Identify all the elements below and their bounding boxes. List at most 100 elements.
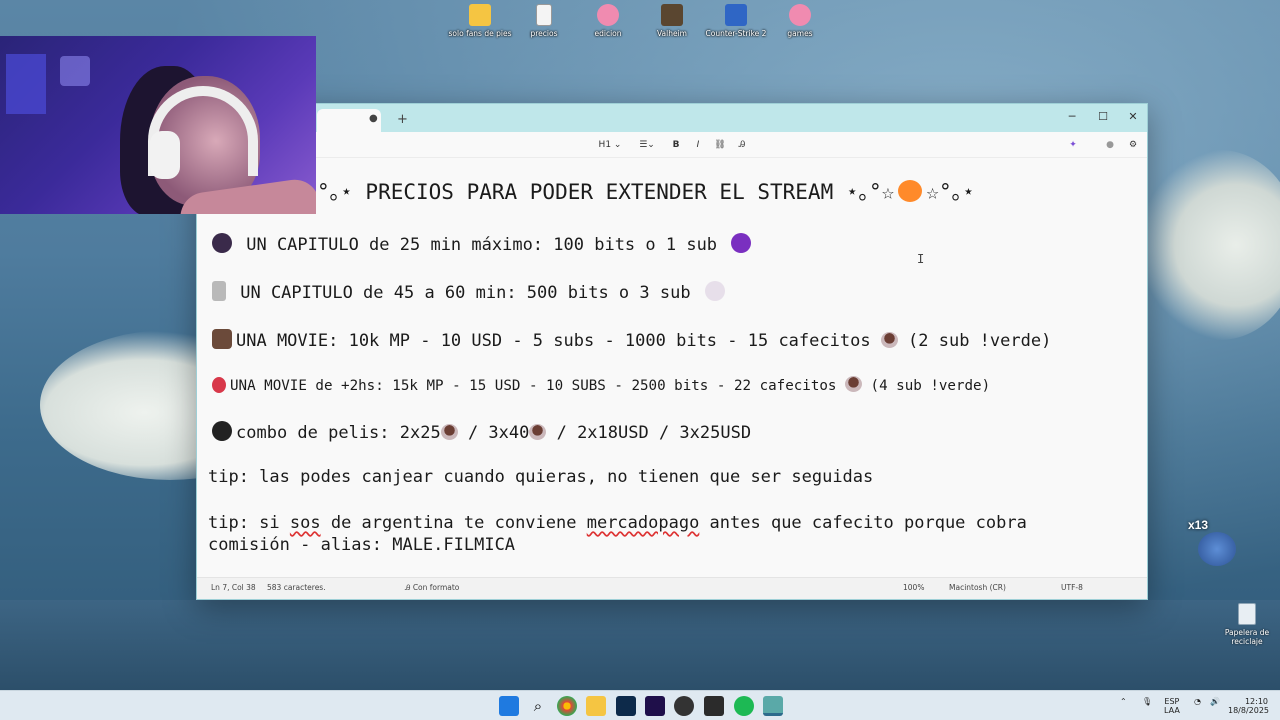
title-bar: ● + ─ ☐ ✕ (197, 104, 1147, 132)
notepad-window: ● + ─ ☐ ✕ H1 ⌄ ☰⌄ B I ⛓ Ꭿ ✦ ● ⚙ °｡⋆ PREC… (196, 103, 1148, 600)
heading-dropdown[interactable]: H1 ⌄ (597, 136, 623, 154)
cam-bg-poster (6, 54, 46, 114)
black-heart-icon (212, 421, 232, 441)
kirby-icon (789, 4, 811, 26)
tip2-c: antes que cafecito porque cobra (699, 513, 1027, 533)
status-bar: Ln 7, Col 38 583 caracteres. Ꭿ Con forma… (197, 577, 1147, 599)
ghost-icon (704, 281, 725, 301)
gear-icon[interactable]: ⚙ (1125, 136, 1141, 154)
desktop-icon-recycle-bin[interactable]: Papelera de reciclaje (1224, 603, 1270, 646)
blood-drop-icon (212, 377, 226, 393)
price-line-3: UNA MOVIE: 10k MP - 10 USD - 5 subs - 10… (208, 329, 1051, 351)
chrome-icon[interactable] (557, 696, 577, 716)
volume-icon[interactable]: 🔊 (1210, 697, 1220, 706)
coffee-cup-icon (845, 376, 862, 392)
tip-line-2: tip: si sos de argentina te conviene mer… (208, 513, 1027, 533)
mic-icon[interactable]: 🎙 (1142, 697, 1152, 706)
time: 12:10 (1244, 697, 1268, 706)
heading-label: H1 (598, 140, 612, 150)
cursor-position: Ln 7, Col 38 (211, 583, 256, 592)
desktop-icon-precios[interactable]: precios (509, 4, 579, 38)
format-status[interactable]: Ꭿ Con formato (405, 583, 459, 593)
char-count: 583 caracteres. (267, 583, 326, 592)
desktop-icon-games[interactable]: games (765, 4, 835, 38)
tip-line-1: tip: las podes canjear cuando quieras, n… (208, 467, 874, 487)
minimize-button[interactable]: ─ (1057, 107, 1087, 127)
taskbar: ⌕ ⌃ 🎙 ESP LAA ◔ 🔊 12:10 18/8/2025 (0, 690, 1280, 720)
maximize-button[interactable]: ☐ (1088, 107, 1118, 127)
notepad-icon[interactable] (763, 696, 783, 716)
date: 18/8/2025 (1228, 706, 1270, 715)
cam-bg-frame (60, 56, 90, 86)
copilot-icon[interactable]: ✦ (1065, 136, 1081, 154)
desktop-icon-solo-fans[interactable]: solo fans de pies (445, 4, 515, 38)
tip2-b: de argentina te conviene (320, 513, 587, 533)
webcam-overlay (0, 36, 316, 214)
heading-tail: ☆°｡⋆ (926, 180, 975, 204)
obs-icon[interactable] (674, 696, 694, 716)
wallpaper-water (0, 600, 1280, 690)
text-cursor-icon: I (917, 252, 925, 266)
knife-icon (212, 281, 226, 301)
cs2-icon (725, 4, 747, 26)
spellcheck-word-mercadopago[interactable]: mercadopago (587, 513, 700, 533)
bat-icon (212, 329, 232, 349)
line-4-tail: (4 sub !verde) (862, 378, 991, 394)
link-icon[interactable]: ⛓ (712, 136, 728, 154)
bold-button[interactable]: B (669, 136, 683, 154)
desktop-icon-valheim[interactable]: Valheim (637, 4, 707, 38)
text-file-icon (536, 4, 552, 26)
clear-format-icon[interactable]: Ꭿ (734, 136, 750, 154)
search-icon[interactable]: ⌕ (528, 696, 548, 716)
recycle-bin-label: Papelera de reciclaje (1224, 628, 1270, 646)
line-1-text: UN CAPITULO de 25 min máximo: 100 bits o… (236, 235, 728, 255)
line-3-text: UNA MOVIE: 10k MP - 10 USD - 5 subs - 10… (236, 331, 881, 351)
line-5-tail: / 2x18USD / 3x25USD (546, 423, 752, 443)
lang-code: ESP (1164, 697, 1180, 706)
tip2-a: tip: si (208, 513, 290, 533)
format-toolbar: H1 ⌄ ☰⌄ B I ⛓ Ꭿ ✦ ● ⚙ (197, 132, 1147, 158)
wifi-icon[interactable]: ◔ (1194, 697, 1201, 706)
price-line-2: UN CAPITULO de 45 a 60 min: 500 bits o 3… (208, 281, 729, 303)
line-4-text: UNA MOVIE de +2hs: 15k MP - 15 USD - 10 … (230, 378, 845, 394)
cam-headphone-cup (150, 131, 180, 179)
sticky-notes-icon[interactable] (704, 696, 724, 716)
language-indicator[interactable]: ESP LAA (1164, 697, 1180, 715)
coffee-cup-icon (880, 332, 898, 348)
encoding[interactable]: UTF-8 (1061, 583, 1083, 592)
italic-button[interactable]: I (691, 136, 705, 154)
tray-overflow-icon[interactable]: ⌃ (1120, 697, 1127, 706)
tip-line-2b: comisión - alias: MALE.FILMICA (208, 535, 516, 555)
folder-icon (469, 4, 491, 26)
desktop-icon-counter-strike[interactable]: Counter-Strike 2 (701, 4, 771, 38)
clock[interactable]: 12:10 18/8/2025 (1228, 697, 1270, 715)
premiere-icon[interactable] (645, 696, 665, 716)
account-icon[interactable]: ● (1103, 136, 1117, 154)
windows-start-icon[interactable] (499, 696, 519, 716)
file-explorer-icon[interactable] (586, 696, 606, 716)
unsaved-dot-icon: ● (369, 113, 378, 124)
line-ending[interactable]: Macintosh (CR) (949, 583, 1006, 592)
spotify-icon[interactable] (734, 696, 754, 716)
new-tab-icon[interactable]: + (397, 112, 408, 127)
line-2-text: UN CAPITULO de 45 a 60 min: 500 bits o 3… (230, 283, 701, 303)
photoshop-icon[interactable] (616, 696, 636, 716)
line-3-tail: (2 sub !verde) (897, 331, 1052, 351)
spider-icon (212, 233, 232, 253)
price-line-1: UN CAPITULO de 25 min máximo: 100 bits o… (208, 233, 755, 255)
document-body[interactable]: °｡⋆ PRECIOS PARA PODER EXTENDER EL STREA… (197, 159, 1147, 579)
close-button[interactable]: ✕ (1118, 107, 1148, 127)
desktop-icon-edicion[interactable]: edicion (573, 4, 643, 38)
doc-heading: °｡⋆ PRECIOS PARA PODER EXTENDER EL STREA… (317, 176, 975, 206)
coffee-cup-icon (440, 424, 458, 440)
lang-layout: LAA (1164, 706, 1180, 715)
list-icon[interactable]: ☰⌄ (635, 136, 659, 154)
price-line-5: combo de pelis: 2x25 / 3x40 / 2x18USD / … (208, 421, 751, 443)
recycle-bin-icon (1238, 603, 1256, 625)
zoom-level[interactable]: 100% (903, 583, 924, 592)
kirby-icon (597, 4, 619, 26)
pumpkin-icon (898, 180, 923, 202)
heading-text: °｡⋆ PRECIOS PARA PODER EXTENDER EL STREA… (317, 180, 895, 204)
spellcheck-word-sos[interactable]: sos (290, 513, 321, 533)
stitch-widget-icon[interactable] (1198, 532, 1236, 566)
